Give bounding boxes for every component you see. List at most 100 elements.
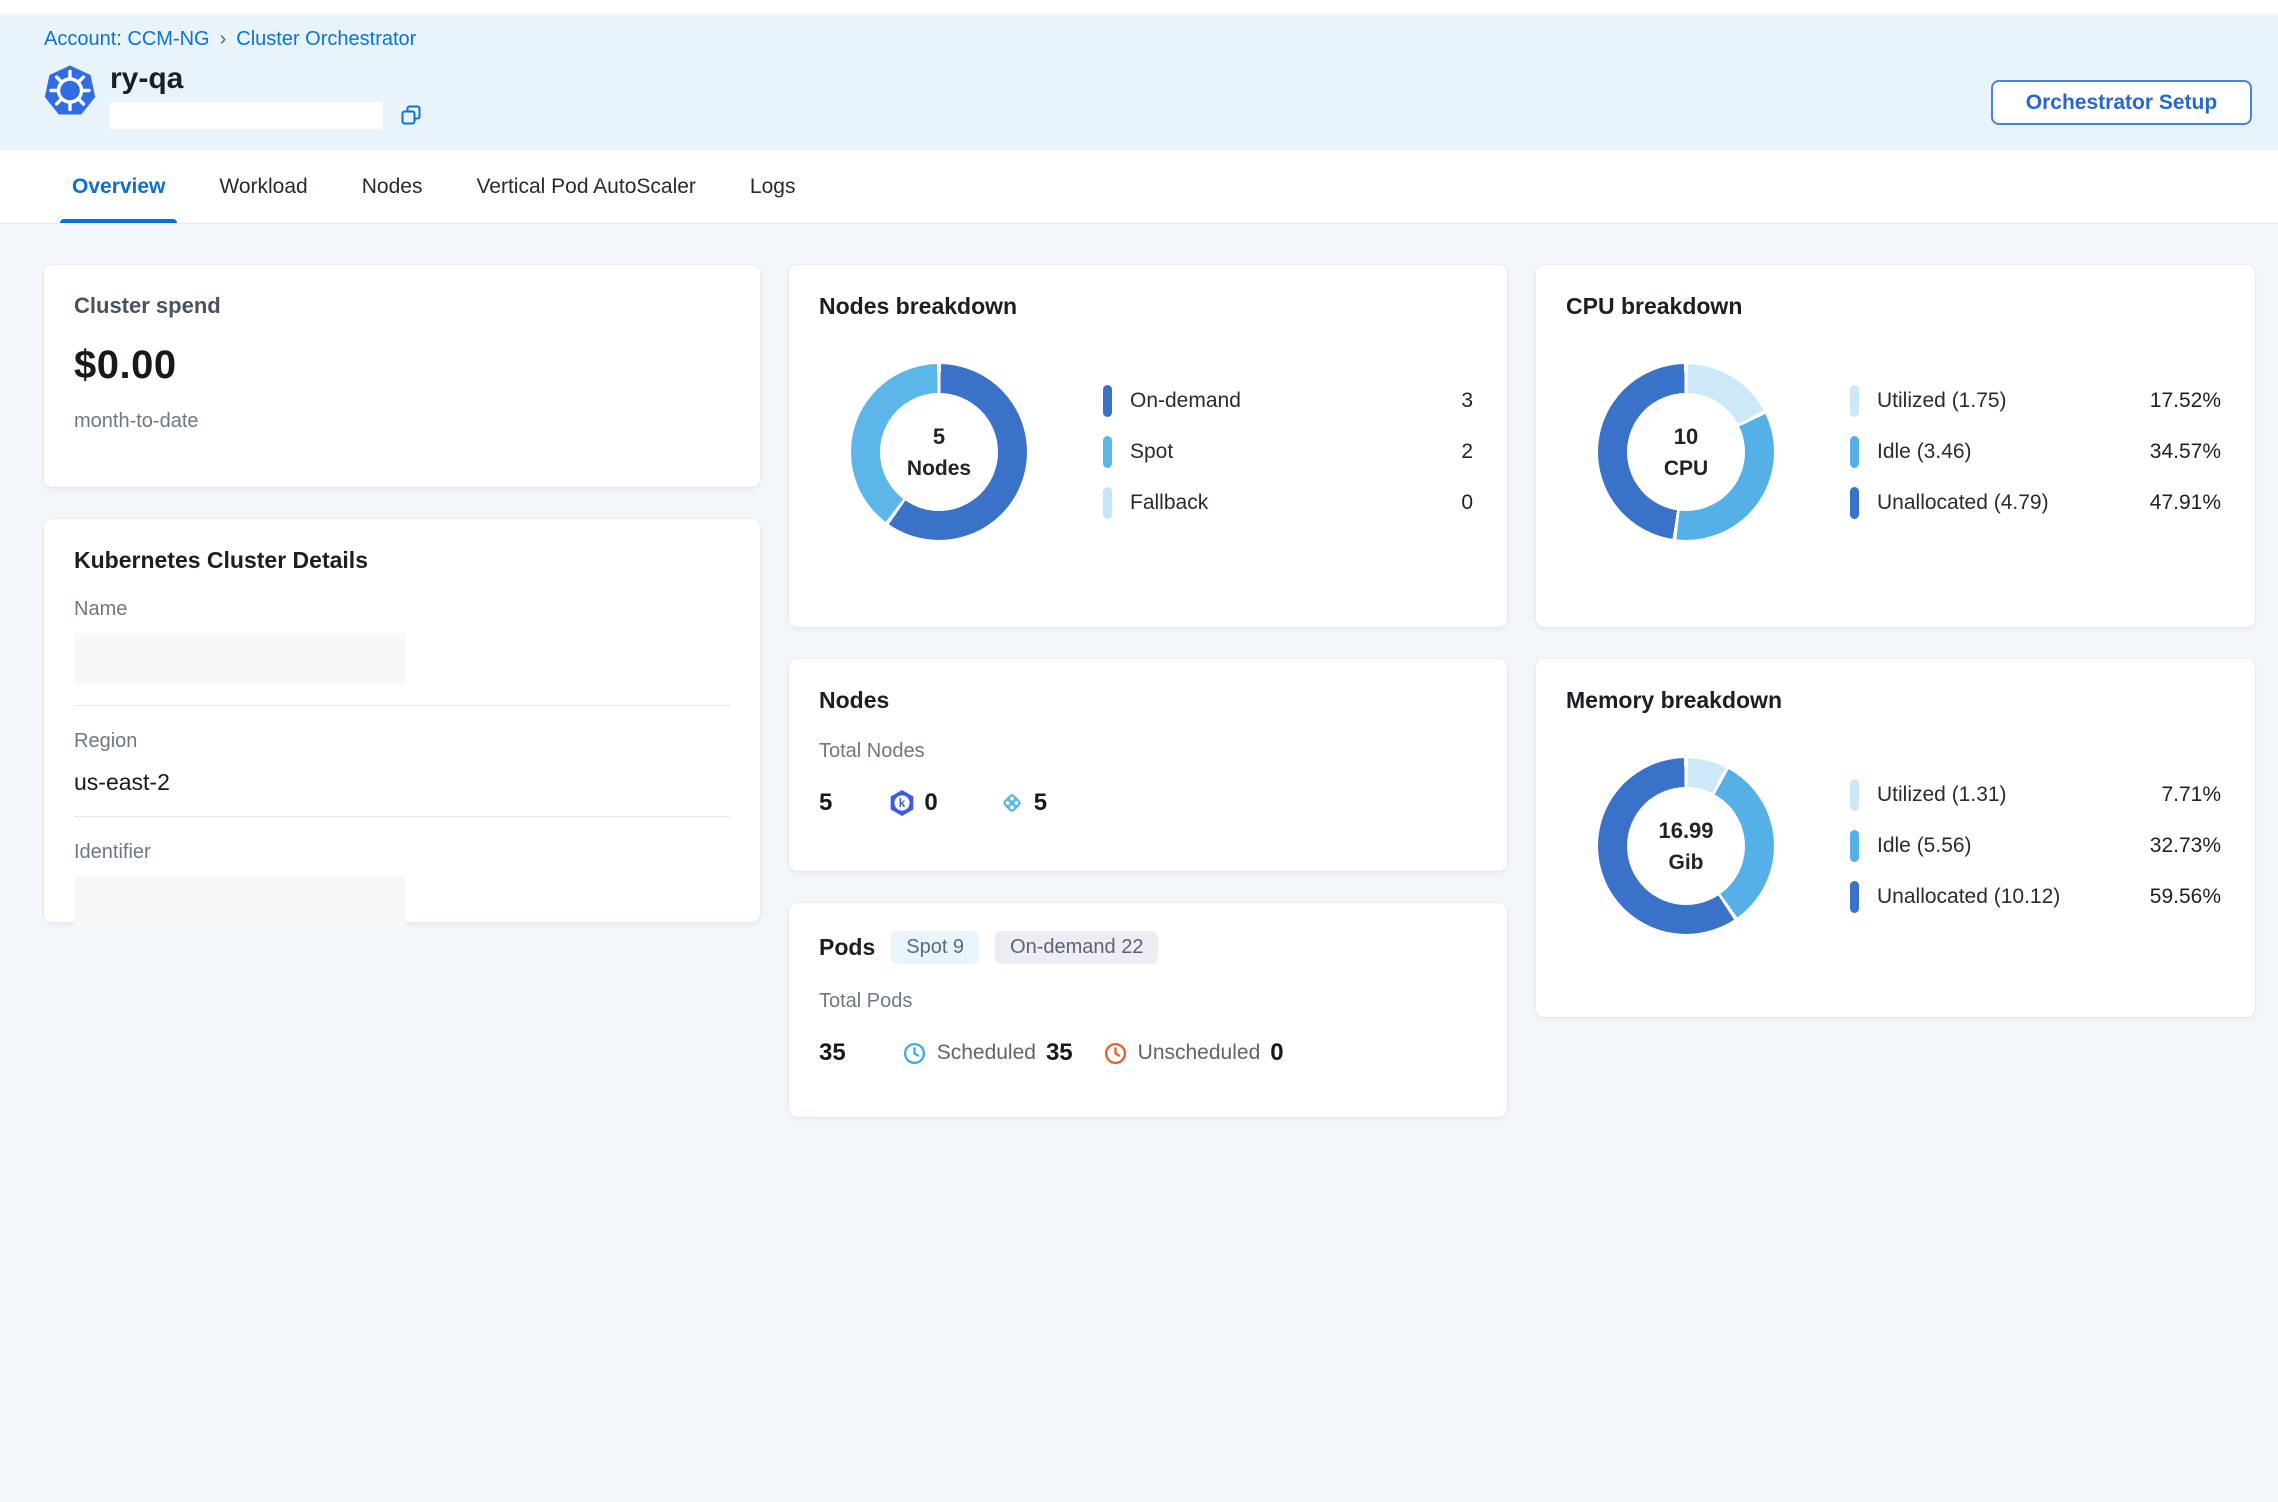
memory-donut-label: Gib [1669, 851, 1704, 875]
memory-donut-chart: 16.99 Gib [1598, 758, 1774, 934]
cpu-unallocated-legend-label: Unallocated (4.79) [1877, 491, 2049, 515]
legend-row-cpu-idle: Idle (3.46) 34.57% [1850, 436, 2221, 468]
cluster-id-redacted [110, 102, 383, 129]
total-pods-value: 35 [819, 1039, 846, 1067]
memory-unallocated-legend-value: 59.56% [2150, 885, 2221, 909]
cluster-details-title: Kubernetes Cluster Details [74, 547, 730, 574]
tab-workload[interactable]: Workload [215, 175, 311, 223]
field-region: Region us-east-2 [74, 730, 730, 796]
legend-row-memory-utilized: Utilized (1.31) 7.71% [1850, 779, 2221, 811]
pods-stat-row: 35 Scheduled 35 [819, 1039, 1477, 1067]
title-block: ry-qa [110, 63, 423, 129]
memory-donut-value: 16.99 [1658, 818, 1713, 844]
memory-idle-legend-value: 32.73% [2150, 834, 2221, 858]
total-nodes-label: Total Nodes [819, 740, 1477, 763]
unscheduled-clock-icon [1103, 1041, 1128, 1066]
memory-idle-legend-label: Idle (5.56) [1877, 834, 1972, 858]
spot-pods-badge: Spot 9 [891, 931, 979, 964]
cpu-idle-legend-label: Idle (3.46) [1877, 440, 1972, 464]
cpu-utilized-legend-label: Utilized (1.75) [1877, 389, 2007, 413]
scheduled-clock-icon [902, 1041, 927, 1066]
field-identifier: Identifier [74, 841, 730, 928]
cpu-donut-chart: 10 CPU [1598, 364, 1774, 540]
nodes-breakdown-chart-row: 5 Nodes On-demand 3 Spot 2 [819, 364, 1477, 540]
memory-donut-center: 16.99 Gib [1627, 787, 1745, 905]
nodes-breakdown-title: Nodes breakdown [819, 293, 1477, 320]
memory-breakdown-card: Memory breakdown 16.99 Gib Utilized (1.3… [1536, 659, 2255, 1017]
title-row: ry-qa [44, 63, 2234, 129]
field-name-label: Name [74, 598, 730, 621]
orchestrator-nodes-value: 5 [1034, 789, 1047, 817]
cpu-utilized-legend-value: 17.52% [2150, 389, 2221, 413]
field-identifier-value-redacted [74, 876, 406, 928]
memory-breakdown-chart-row: 16.99 Gib Utilized (1.31) 7.71% Idle (5. [1566, 758, 2225, 934]
scheduled-value: 35 [1046, 1039, 1073, 1067]
spot-legend-label: Spot [1130, 440, 1173, 464]
scheduled-label: Scheduled [937, 1041, 1036, 1065]
breadcrumb-cluster-orchestrator-link[interactable]: Cluster Orchestrator [236, 28, 416, 51]
page: Account: CCM-NG › Cluster Orchestrator [0, 0, 2278, 1502]
kubernetes-logo-icon [44, 65, 96, 117]
field-identifier-label: Identifier [74, 841, 730, 864]
memory-utilized-legend-label: Utilized (1.31) [1877, 783, 2007, 807]
legend-row-memory-idle: Idle (5.56) 32.73% [1850, 830, 2221, 862]
memory-utilized-legend-value: 7.71% [2161, 783, 2221, 807]
field-region-value: us-east-2 [74, 769, 730, 796]
memory-unallocated-legend-pill [1850, 881, 1859, 913]
on-demand-legend-pill [1103, 385, 1112, 417]
fallback-legend-value: 0 [1461, 491, 1473, 515]
orchestrator-diamond-icon [998, 789, 1026, 817]
field-name: Name [74, 598, 730, 685]
memory-idle-legend-pill [1850, 830, 1859, 862]
cluster-id-row [110, 102, 423, 129]
nodes-card-title: Nodes [819, 687, 1477, 714]
cluster-spend-card: Cluster spend $0.00 month-to-date [44, 265, 760, 487]
fallback-legend-label: Fallback [1130, 491, 1208, 515]
tab-overview[interactable]: Overview [68, 175, 169, 223]
svg-text:k: k [899, 798, 906, 810]
unscheduled-label: Unscheduled [1138, 1041, 1261, 1065]
nodes-stat-row: 5 k 0 [819, 789, 1477, 817]
cpu-donut-center: 10 CPU [1627, 393, 1745, 511]
on-demand-legend-label: On-demand [1130, 389, 1241, 413]
cluster-spend-title: Cluster spend [74, 293, 730, 319]
total-nodes-value: 5 [819, 789, 832, 817]
kubernetes-cluster-details-card: Kubernetes Cluster Details Name Region u… [44, 519, 760, 922]
fallback-legend-pill [1103, 487, 1112, 519]
tab-nodes[interactable]: Nodes [358, 175, 427, 223]
karpenter-icon: k [888, 789, 916, 817]
breadcrumb: Account: CCM-NG › Cluster Orchestrator [44, 28, 2234, 51]
nodes-breakdown-legend: On-demand 3 Spot 2 Fallback 0 [1103, 385, 1473, 519]
page-header: Account: CCM-NG › Cluster Orchestrator [0, 14, 2278, 150]
tab-logs[interactable]: Logs [746, 175, 800, 223]
breadcrumb-account-link[interactable]: Account: CCM-NG [44, 28, 210, 51]
nodes-breakdown-card: Nodes breakdown 5 Nodes On-demand 3 [789, 265, 1507, 627]
on-demand-legend-value: 3 [1461, 389, 1473, 413]
cpu-idle-legend-value: 34.57% [2150, 440, 2221, 464]
cpu-breakdown-chart-row: 10 CPU Utilized (1.75) 17.52% Idle (3.46 [1566, 364, 2225, 540]
top-strip [0, 0, 2278, 14]
cpu-idle-legend-pill [1850, 436, 1859, 468]
cluster-title: ry-qa [110, 63, 423, 95]
memory-unallocated-legend-label: Unallocated (10.12) [1877, 885, 2060, 909]
spot-legend-value: 2 [1461, 440, 1473, 464]
copy-icon[interactable] [399, 103, 423, 127]
tab-bar: Overview Workload Nodes Vertical Pod Aut… [0, 150, 2278, 224]
orchestrator-setup-button[interactable]: Orchestrator Setup [1991, 80, 2252, 125]
cpu-breakdown-title: CPU breakdown [1566, 293, 2225, 320]
spot-legend-pill [1103, 436, 1112, 468]
memory-breakdown-legend: Utilized (1.31) 7.71% Idle (5.56) 32.73%… [1850, 779, 2221, 913]
pods-card-title: Pods [819, 934, 875, 961]
tab-vertical-pod-autoscaler[interactable]: Vertical Pod AutoScaler [472, 175, 699, 223]
on-demand-pods-badge: On-demand 22 [995, 931, 1158, 964]
nodes-donut-center: 5 Nodes [880, 393, 998, 511]
field-region-label: Region [74, 730, 730, 753]
nodes-donut-label: Nodes [907, 457, 971, 481]
divider [74, 705, 730, 706]
legend-row-memory-unallocated: Unallocated (10.12) 59.56% [1850, 881, 2221, 913]
nodes-donut-value: 5 [933, 424, 945, 450]
legend-row-fallback: Fallback 0 [1103, 487, 1473, 519]
pods-card: Pods Spot 9 On-demand 22 Total Pods 35 S… [789, 903, 1507, 1117]
cpu-breakdown-legend: Utilized (1.75) 17.52% Idle (3.46) 34.57… [1850, 385, 2221, 519]
cpu-utilized-legend-pill [1850, 385, 1859, 417]
